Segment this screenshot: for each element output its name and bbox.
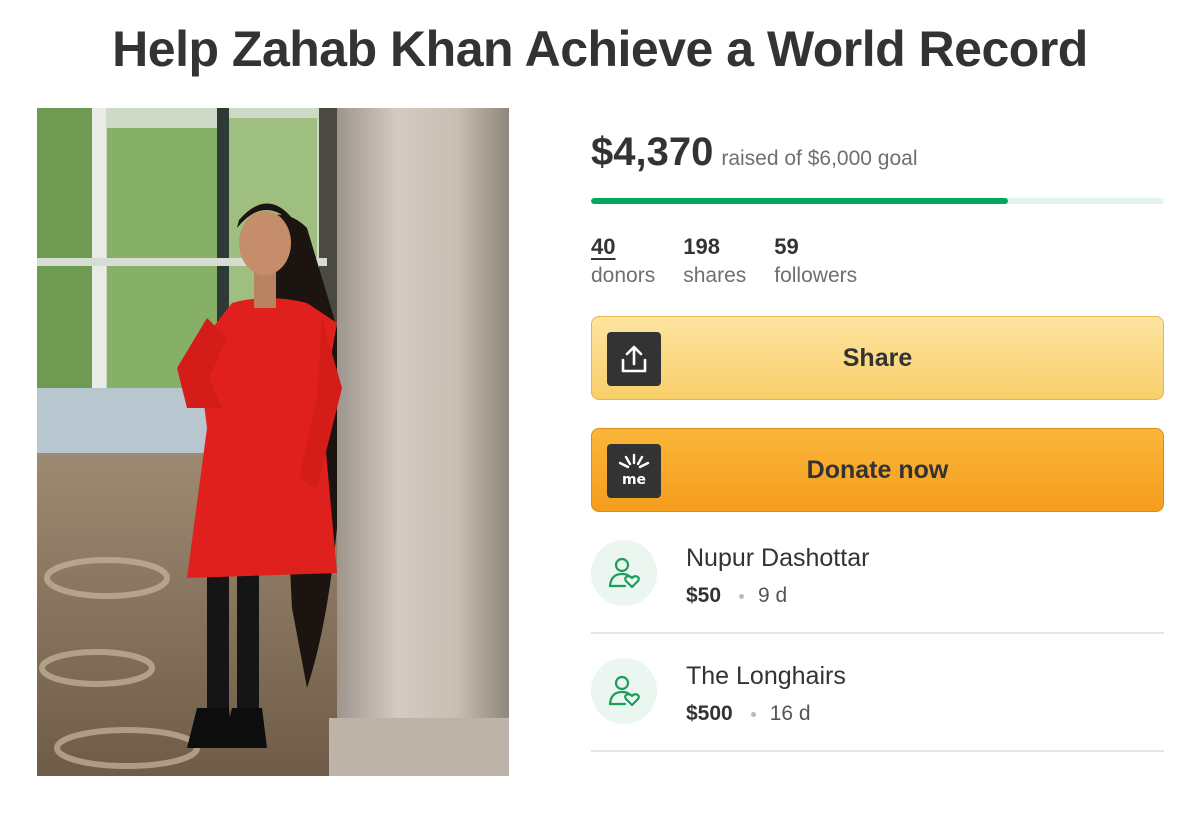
gofundme-icon-text: me	[622, 472, 646, 488]
stat-shares-label: shares	[683, 264, 747, 287]
share-upload-icon-glyph	[621, 345, 647, 373]
donation-amount: $500	[686, 702, 733, 725]
donor-heart-icon	[591, 658, 657, 724]
stat-donors-value[interactable]: 40	[591, 234, 655, 260]
donor-name: The Longhairs	[686, 662, 846, 690]
share-upload-icon	[607, 332, 661, 386]
progress-bar-fill	[591, 198, 1009, 204]
donation-item: Nupur Dashottar $50 9 d	[591, 524, 1164, 634]
donate-now-button[interactable]: me Donate now	[591, 428, 1164, 512]
stat-donors-label: donors	[591, 264, 656, 287]
donation-amount: $50	[686, 584, 722, 607]
raised-summary: $4,370 raised of $6,000 goal	[591, 130, 1164, 186]
share-button[interactable]: Share	[591, 316, 1164, 400]
separator-dot	[739, 593, 745, 599]
donor-heart-icon	[591, 540, 657, 606]
campaign-photo[interactable]	[37, 108, 509, 776]
donation-meta: $50 9 d	[686, 584, 787, 608]
gofundme-icon-glyph: me	[618, 453, 650, 488]
stat-shares: 198 shares	[683, 234, 746, 288]
gofundme-icon: me	[607, 444, 661, 498]
donor-heart-icon-glyph	[608, 557, 640, 589]
donate-now-button-label: Donate now	[806, 455, 949, 484]
stat-followers-label: followers	[774, 264, 858, 287]
stat-donors[interactable]: 40 donors	[591, 234, 655, 288]
progress-bar	[591, 198, 1164, 204]
donation-item: The Longhairs $500 16 d	[591, 642, 1164, 752]
donor-name: Nupur Dashottar	[686, 544, 870, 572]
campaign-page: Help Zahab Khan Achieve a World Record $…	[0, 0, 1200, 820]
donation-meta: $500 16 d	[686, 702, 811, 726]
stat-followers: 59 followers	[774, 234, 857, 288]
campaign-photo-drawing	[37, 108, 509, 776]
donation-time: 16 d	[769, 702, 811, 725]
stat-followers-value: 59	[774, 234, 799, 259]
separator-dot	[750, 711, 756, 717]
raised-amount: $4,370	[591, 130, 714, 174]
donation-time: 9 d	[758, 584, 788, 607]
donor-heart-icon-glyph	[608, 675, 640, 707]
stat-shares-value: 198	[683, 234, 720, 259]
campaign-title: Help Zahab Khan Achieve a World Record	[112, 21, 1088, 77]
donation-panel: $4,370 raised of $6,000 goal 40 donors 1…	[591, 130, 1164, 752]
share-button-label: Share	[842, 343, 913, 372]
campaign-stats: 40 donors 198 shares 59 followers	[591, 234, 885, 288]
raised-goal-label: raised of $6,000 goal	[721, 147, 918, 170]
